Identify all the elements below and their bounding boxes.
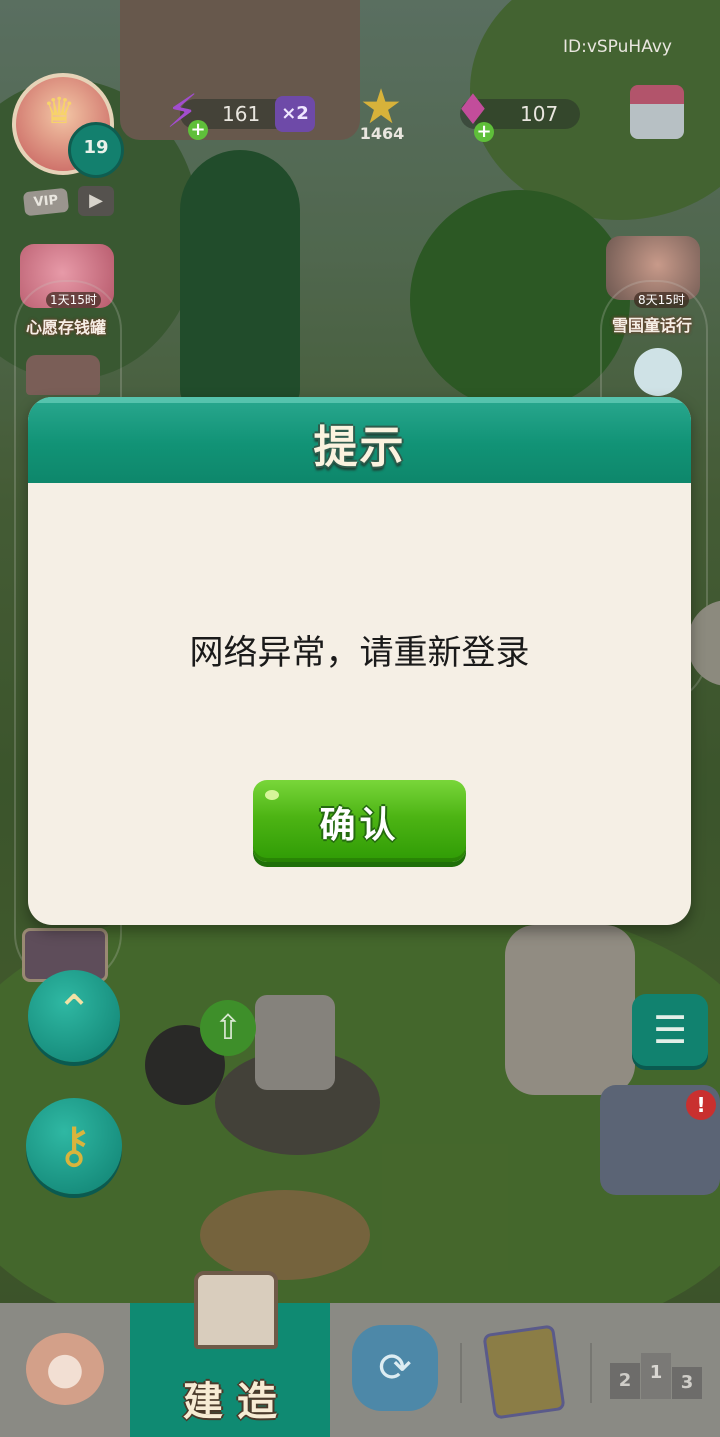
level-value: 19 (83, 137, 109, 158)
network-error-dialog: 提示 网络异常，请重新登录 确认 (28, 397, 691, 925)
tab-build-label: 建 造 (183, 1379, 277, 1425)
energy-multiplier-label: ×2 (281, 103, 309, 124)
podium-icon: 2 1 3 (610, 1353, 702, 1399)
key-button[interactable]: ⚷ (26, 1098, 122, 1194)
energy-value: 161 (222, 102, 261, 126)
cards-icon (482, 1324, 566, 1420)
tab-build[interactable]: 建 造 (130, 1271, 330, 1437)
upgrade-arrow-icon[interactable]: ⇧ (200, 1000, 256, 1056)
bottom-navigation: ● 建 造 ⟳ 2 1 3 (0, 1271, 720, 1437)
vip-badge[interactable]: VIP (22, 187, 70, 217)
gem-add-icon[interactable]: + (474, 122, 494, 142)
tab-ranking[interactable]: 2 1 3 (592, 1303, 720, 1437)
vip-label: VIP (33, 192, 59, 211)
paw-icon: ● (26, 1333, 104, 1405)
upgrade-button[interactable]: ⌃ (28, 970, 120, 1062)
podium-second: 2 (610, 1363, 640, 1399)
confirm-button[interactable]: 确认 (253, 780, 466, 862)
energy-multiplier-badge: ×2 (275, 96, 315, 132)
energy-add-icon[interactable]: + (188, 120, 208, 140)
video-reward-icon[interactable]: ▶ (78, 186, 114, 216)
confirm-button-label: 确认 (319, 804, 400, 845)
exchange-heart-icon: ⟳ (352, 1325, 438, 1411)
player-id-label: ID:vSPuHAvy (563, 37, 672, 57)
key-icon: ⚷ (55, 1116, 93, 1174)
podium-first: 1 (641, 1353, 671, 1399)
tab-pets[interactable]: ● (0, 1303, 130, 1437)
build-house-icon (194, 1271, 278, 1349)
tab-exchange[interactable]: ⟳ (330, 1303, 460, 1437)
tab-cards[interactable] (462, 1303, 590, 1437)
list-icon: ☰ (652, 1008, 688, 1052)
avatar-portrait-icon: ♛ (43, 91, 76, 132)
podium-third: 3 (672, 1367, 702, 1399)
dialog-message: 网络异常，请重新登录 (189, 633, 530, 673)
dialog-title: 提示 (313, 422, 406, 473)
alert-icon: ! (686, 1090, 716, 1120)
dialog-header: 提示 (28, 397, 691, 483)
stars-value: 1464 (359, 124, 405, 143)
menu-button[interactable]: ☰ (632, 994, 708, 1066)
chevron-up-icon: ⌃ (55, 986, 93, 1037)
shop-icon[interactable] (630, 85, 684, 139)
level-badge: 19 (68, 122, 124, 178)
gems-value: 107 (520, 102, 559, 126)
